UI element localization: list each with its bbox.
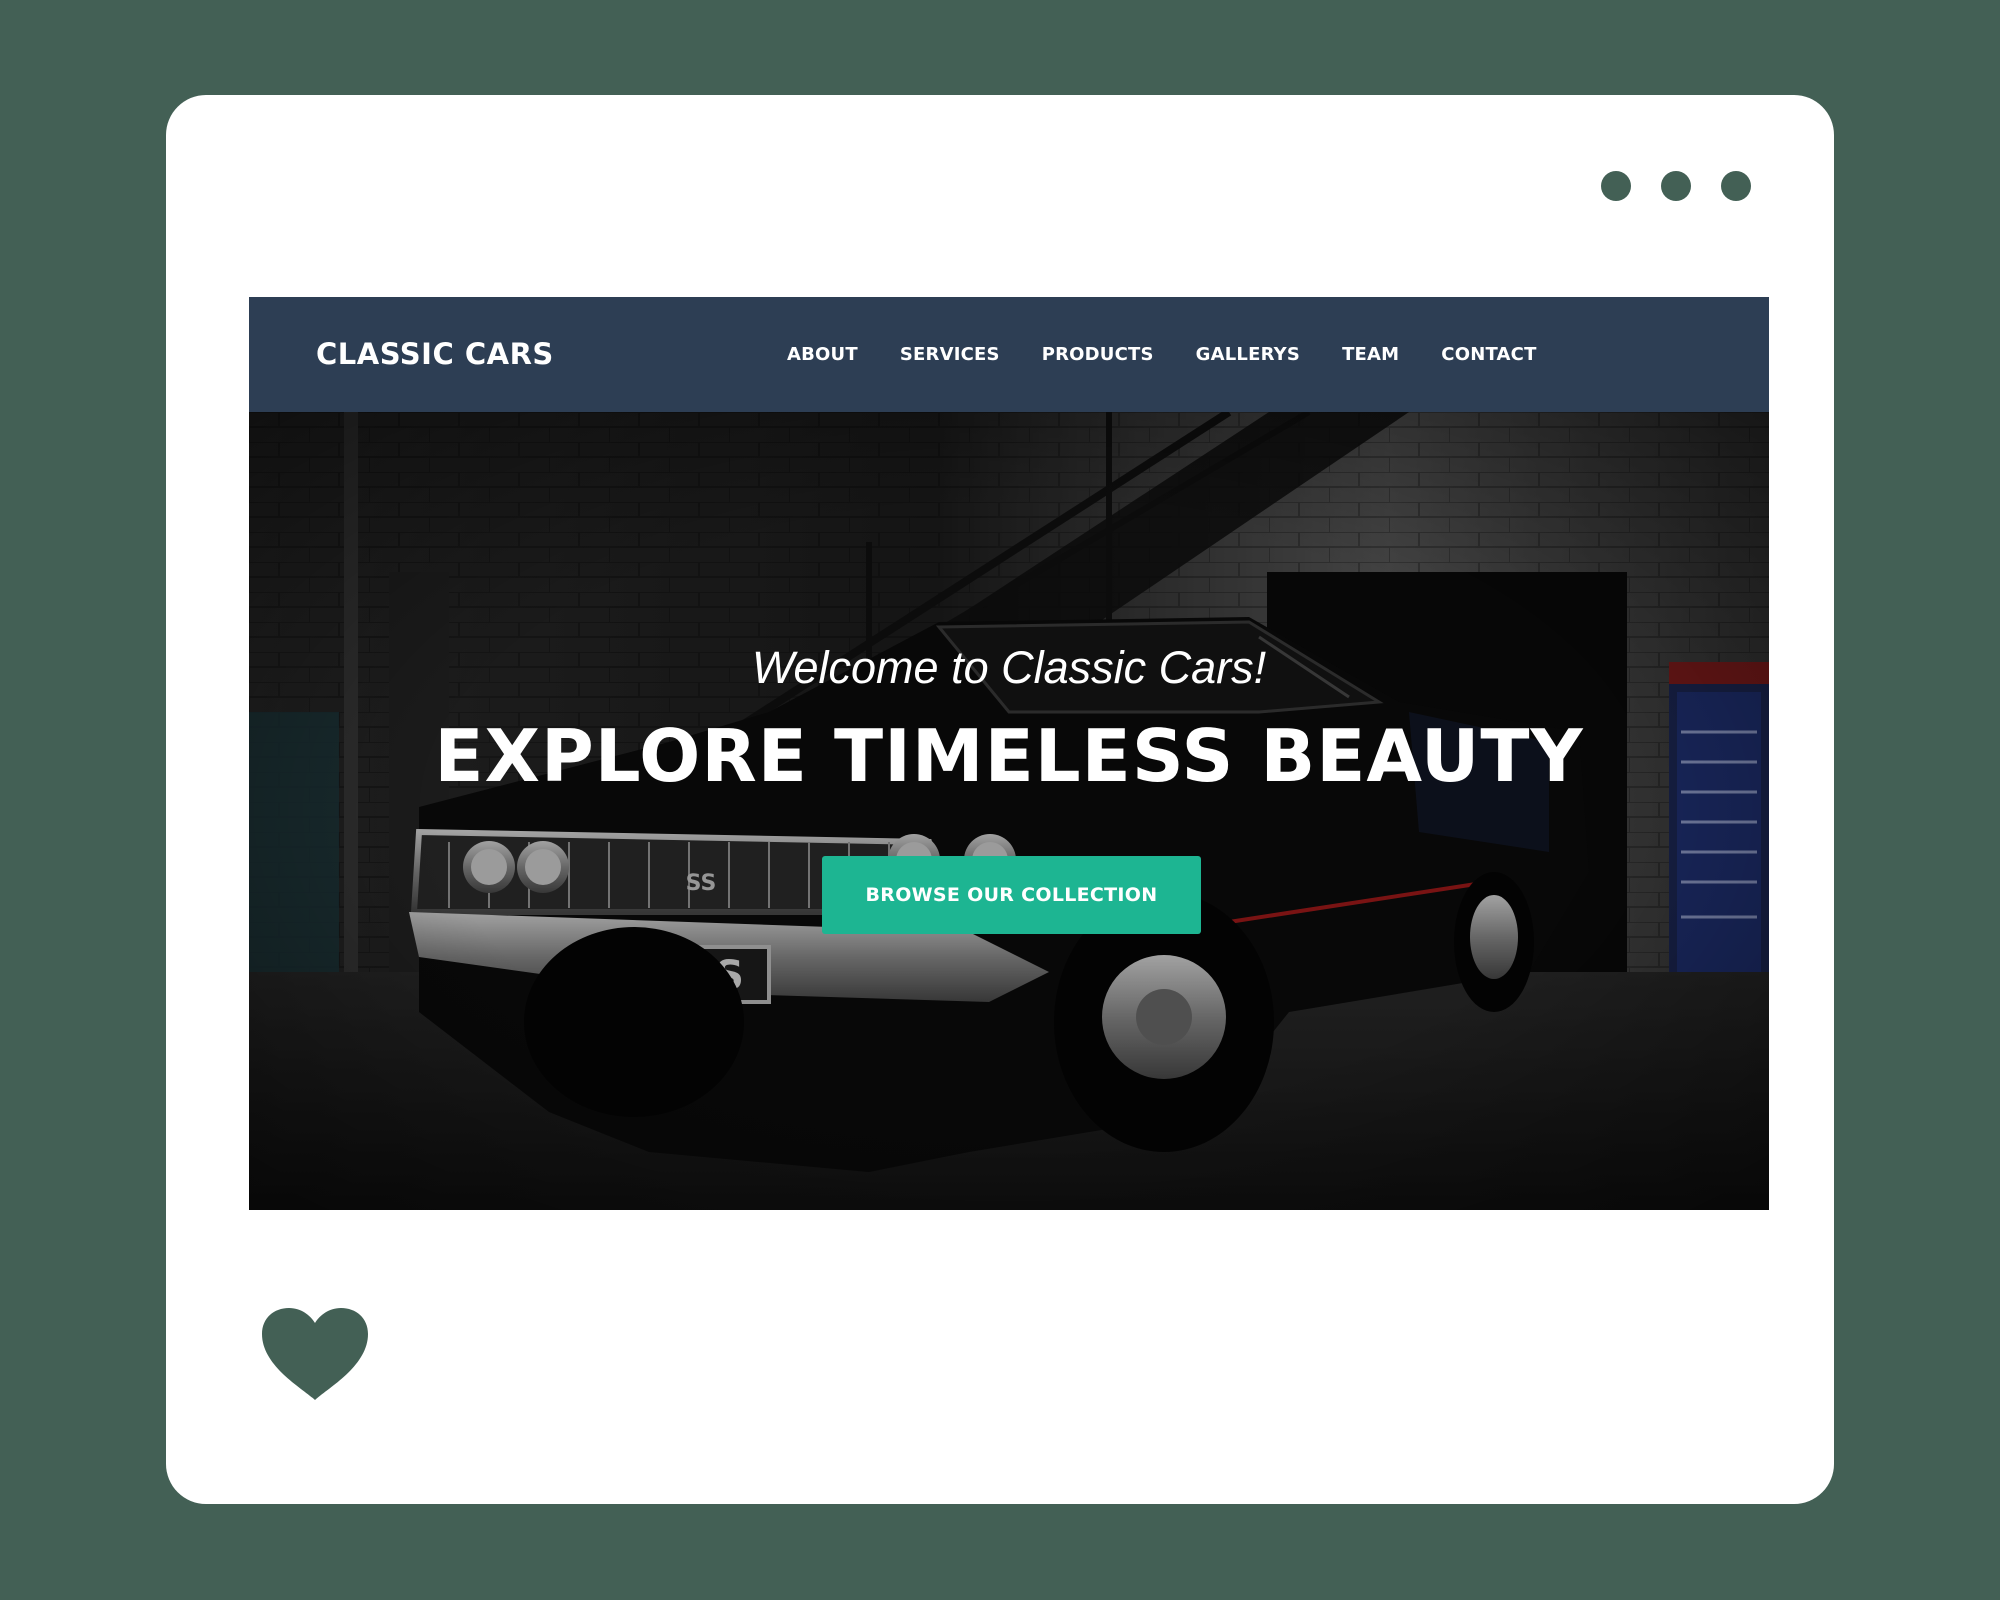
hero-section: SS SS Welcome to Classic Cars! EXPLORE T… [249,412,1769,1210]
nav-links: ABOUT SERVICES PRODUCTS GALLERYS TEAM CO… [787,297,1579,412]
browse-collection-button[interactable]: BROWSE OUR COLLECTION [822,856,1201,934]
more-options-icon[interactable] [1601,171,1751,201]
dot [1721,171,1751,201]
hero-headline: EXPLORE TIMELESS BEAUTY [434,714,1584,798]
welcome-text: Welcome to Classic Cars! [751,642,1267,693]
nav-services[interactable]: SERVICES [900,344,1000,365]
dot [1601,171,1631,201]
nav-gallerys[interactable]: GALLERYS [1196,344,1300,365]
nav-contact[interactable]: CONTACT [1441,344,1536,365]
navbar: CLASSIC CARS ABOUT SERVICES PRODUCTS GAL… [249,297,1769,412]
brand-logo[interactable]: CLASSIC CARS [316,297,554,412]
nav-about[interactable]: ABOUT [787,344,858,365]
nav-products[interactable]: PRODUCTS [1042,344,1154,365]
hero-background-image: SS SS [249,412,1769,1210]
heart-icon[interactable] [262,1308,368,1400]
nav-team[interactable]: TEAM [1342,344,1399,365]
website-preview: CLASSIC CARS ABOUT SERVICES PRODUCTS GAL… [249,297,1769,1210]
dot [1661,171,1691,201]
